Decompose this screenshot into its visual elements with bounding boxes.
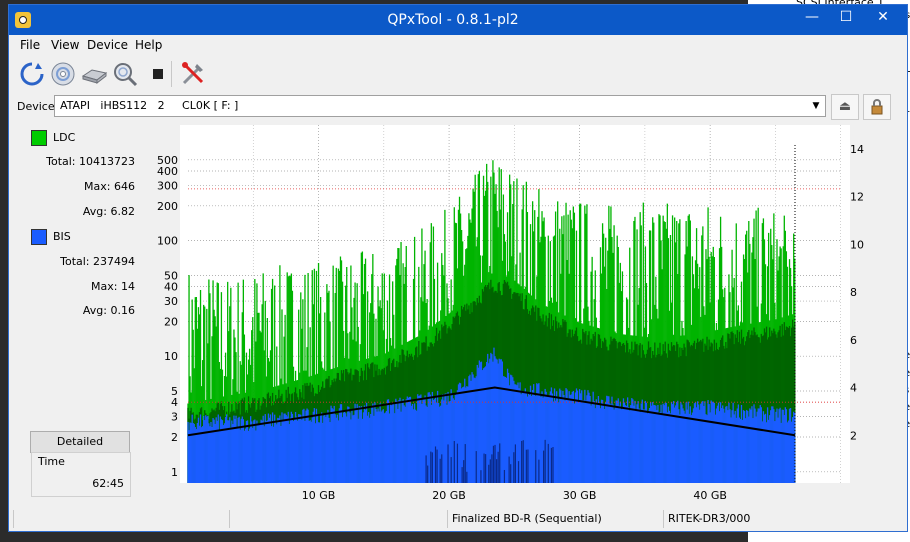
maximize-button[interactable]: ☐ [829,5,863,29]
minimize-button[interactable]: — [795,5,829,29]
y-right-tick-label: 14 [850,143,864,156]
ldc-max: Max: 646 [84,180,135,193]
x-tick-label: 20 GB [432,489,466,502]
y-left-tick-label: 200 [157,200,178,213]
x-tick-label: 30 GB [563,489,597,502]
bis-label: BIS [53,230,71,243]
drive-icon[interactable] [80,60,108,88]
toolbar [9,57,907,91]
window-title: QPxTool - 0.8.1-pl2 [387,12,519,28]
y-left-tick-label: 4 [171,396,178,409]
menu-view[interactable]: View [51,38,79,52]
ldc-avg: Avg: 6.82 [82,205,135,218]
y-right-tick-label: 8 [850,286,857,299]
y-left-tick-label: 3 [171,411,178,424]
y-left-tick-label: 500 [157,154,178,167]
y-left-tick-label: 30 [164,295,178,308]
device-select-value: ATAPI iHBS112 2 CL0K [ F: ] [60,99,239,112]
disc-icon[interactable] [49,60,77,88]
lock-button[interactable] [863,94,891,120]
time-label: Time [38,455,65,468]
y-left-tick-label: 2 [171,431,178,444]
qpxtool-window: QPxTool - 0.8.1-pl2 — ☐ ✕ File View Devi… [8,4,908,532]
x-tick-label: 40 GB [693,489,727,502]
x-tick-label: 10 GB [302,489,336,502]
y-left-tick-label: 400 [157,165,178,178]
menu-file[interactable]: File [20,38,40,52]
status-cell-2 [229,510,447,528]
ldc-total: Total: 10413723 [46,155,135,168]
eject-button[interactable]: ⏏ [831,94,859,120]
y-left-tick-label: 5 [171,385,178,398]
bis-avg: Avg: 0.16 [82,304,135,317]
status-disc-type: Finalized BD-R (Sequential) [447,510,665,528]
y-left-tick-label: 100 [157,235,178,248]
bis-color-swatch [31,229,47,245]
y-left-tick-label: 10 [164,350,178,363]
detailed-button[interactable]: Detailed [30,431,130,453]
y-right-tick-label: 12 [850,191,864,204]
time-box: Time 62:45 [31,452,131,497]
stop-icon[interactable] [144,60,172,88]
title-bar[interactable]: QPxTool - 0.8.1-pl2 — ☐ ✕ [9,5,907,35]
menu-bar: File View Device Help [9,36,907,56]
ldc-color-swatch [31,130,47,146]
y-left-tick-label: 20 [164,315,178,328]
bis-total: Total: 237494 [60,255,135,268]
ldc-bis-chart: 1234510203040501002003004005002468101214… [157,125,864,502]
device-label: Device: [17,100,59,113]
y-left-tick-label: 50 [164,269,178,282]
y-right-tick-label: 4 [850,382,857,395]
menu-help[interactable]: Help [135,38,162,52]
device-bar: Device: ATAPI iHBS112 2 CL0K [ F: ] ▼ ⏏ [9,94,907,120]
refresh-icon[interactable] [18,60,46,88]
menu-device[interactable]: Device [87,38,128,52]
status-media-id: RITEK-DR3/000 [663,510,881,528]
zoom-icon[interactable] [111,60,139,88]
bis-max: Max: 14 [91,280,135,293]
y-left-tick-label: 300 [157,179,178,192]
y-right-tick-label: 10 [850,238,864,251]
y-right-tick-label: 6 [850,334,857,347]
chevron-down-icon[interactable]: ▼ [809,98,823,114]
close-button[interactable]: ✕ [863,5,903,29]
status-bar: Finalized BD-R (Sequential) RITEK-DR3/00… [9,508,907,530]
status-cell-1 [13,510,195,528]
y-left-tick-label: 1 [171,466,178,479]
time-value: 62:45 [92,477,124,490]
ldc-label: LDC [53,131,76,144]
device-select[interactable]: ATAPI iHBS112 2 CL0K [ F: ] ▼ [54,95,826,117]
lock-icon [871,99,883,115]
y-left-tick-label: 40 [164,281,178,294]
y-right-tick-label: 2 [850,429,857,442]
eject-icon: ⏏ [838,99,852,114]
tools-icon[interactable] [179,60,207,88]
toolbar-separator [171,61,172,87]
